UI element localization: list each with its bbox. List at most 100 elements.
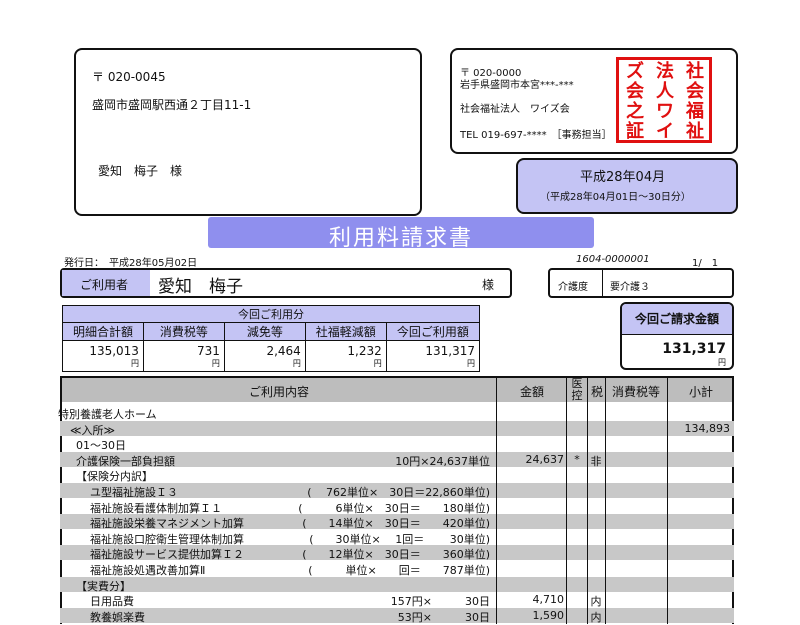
recipient-name: 愛知 梅子 様 xyxy=(98,164,183,178)
col-divider xyxy=(566,376,567,624)
row-text: 福祉施設栄養マネジメント加算 xyxy=(90,517,244,531)
table-row: 日用品費 157円× 30日 4,710 内 xyxy=(60,592,734,609)
summary-header: 今回ご利用額 xyxy=(385,322,481,341)
row-text: ≪入所≫ xyxy=(70,423,116,437)
issue-date: 発行日： 平成28年05月02日 xyxy=(64,258,198,269)
table-row: 福祉施設処遇改善加算Ⅱ ( 単位× 回＝ 787単位) xyxy=(60,561,734,577)
summary-value-cell: 131,317 円 xyxy=(385,340,481,372)
row-detail: 157円× 30日 xyxy=(390,595,490,609)
summary-header-row: 明細合計額 消費税等 減免等 社福軽減額 今回ご利用額 xyxy=(62,322,481,341)
table-row: 01～30日 xyxy=(60,436,734,453)
yen-unit: 円 xyxy=(130,359,139,368)
doc-number: 1604-0000001 xyxy=(576,254,650,265)
request-label: 今回ご請求金額 xyxy=(622,304,732,335)
row-detail: ( 762単位× 30日＝22,860単位) xyxy=(307,486,490,499)
row-amount: 24,637 xyxy=(525,452,565,466)
sender-org: 社会福祉法人 ワイズ会 xyxy=(460,104,570,115)
yen-unit: 円 xyxy=(467,359,475,368)
period-range: （平成28年04月01日～30日分） xyxy=(540,192,691,203)
row-text: 福祉施設口腔衛生管理体制加算 xyxy=(90,532,244,546)
care-label: 介護度 xyxy=(558,282,588,293)
table-row: 特別養護老人ホーム xyxy=(58,405,734,421)
row-detail: 10円×24,637単位 xyxy=(395,454,490,468)
row-detail: ( 12単位× 30日＝ 360単位) xyxy=(302,548,490,562)
yen-unit: 円 xyxy=(373,359,382,368)
care-divider xyxy=(602,270,603,296)
recipient-postal: 〒 020-0045 xyxy=(92,70,166,84)
summary-value: 1,232 xyxy=(347,344,382,358)
table-row: 福祉施設口腔衛生管理体制加算 ( 30単位× 1回＝ 30単位) xyxy=(60,530,734,546)
summary-value-cell: 2,464 円 xyxy=(223,340,306,372)
summary-value-cell: 135,013 円 xyxy=(62,340,144,372)
summary-header: 明細合計額 xyxy=(62,322,144,341)
header-ctax: 消費税等 xyxy=(611,385,660,399)
page-number: 1/ 1 xyxy=(692,258,719,269)
table-row: 介護保険一部負担額 10円×24,637単位 24,637 * 非 xyxy=(60,451,734,468)
row-detail: ( 30単位× 1回＝ 30単位) xyxy=(309,532,490,546)
request-unit: 円 xyxy=(718,358,726,367)
summary-value: 131,317 xyxy=(425,344,475,358)
row-detail: ( 単位× 回＝ 787単位) xyxy=(308,564,490,577)
row-detail: ( 6単位× 30日＝ 180単位) xyxy=(298,501,490,515)
header-amount: 金額 xyxy=(519,385,544,399)
row-subtotal: 134,893 xyxy=(684,421,731,435)
summary-header: 消費税等 xyxy=(142,322,225,341)
header-deduct: 医控 xyxy=(571,377,583,402)
summary-value-cell: 731 円 xyxy=(142,340,225,372)
row-text: 【実費分】 xyxy=(76,579,131,593)
summary-value-cell: 1,232 円 xyxy=(304,340,387,372)
table-row: 福祉施設サービス提供加算Ｉ２ ( 12単位× 30日＝ 360単位) xyxy=(60,545,734,562)
row-text: 介護保険一部負担額 xyxy=(76,454,175,468)
sender-tel: TEL 019-697-**** ［事務担当］ xyxy=(460,130,612,141)
row-text: 【保険分内訳】 xyxy=(76,470,153,484)
row-text: 福祉施設処遇改善加算Ⅱ xyxy=(90,564,206,577)
row-tax: 非 xyxy=(590,454,602,468)
row-amount: 1,590 xyxy=(532,608,565,622)
user-label: ご利用者 xyxy=(80,278,129,292)
row-text: 特別養護老人ホーム xyxy=(58,408,157,421)
summary-table: 今回ご利用分 明細合計額 消費税等 減免等 社福軽減額 今回ご利用額 135,0… xyxy=(62,305,481,372)
table-row: 福祉施設看護体制加算Ｉ１ ( 6単位× 30日＝ 180単位) xyxy=(60,499,734,515)
row-text: 日用品費 xyxy=(90,595,134,609)
company-seal-stamp: 社会福祉 法人ワイ ズ会之証 xyxy=(616,57,712,143)
table-row: 教養娯楽費 53円× 30日 1,590 内 xyxy=(60,607,734,624)
header-subtotal: 小計 xyxy=(688,385,713,399)
row-text: 教養娯楽費 xyxy=(90,610,145,624)
row-text: ユ型福祉施設Ｉ３ xyxy=(90,486,178,499)
sender-address: 岩手県盛岡市本宮***-*** xyxy=(460,80,574,91)
row-text: 福祉施設サービス提供加算Ｉ２ xyxy=(90,548,244,562)
user-name: 愛知 梅子 xyxy=(158,277,243,297)
period-month: 平成28年04月 xyxy=(580,170,666,185)
row-tax: 内 xyxy=(590,595,602,609)
summary-value: 731 xyxy=(196,344,220,358)
summary-heading: 今回ご利用分 xyxy=(62,305,480,323)
table-row: 【実費分】 xyxy=(60,576,734,593)
request-box: 今回ご請求金額 131,317 円 xyxy=(620,302,734,370)
col-divider xyxy=(496,376,497,624)
summary-header: 社福軽減額 xyxy=(304,322,387,341)
user-suffix: 様 xyxy=(482,278,495,292)
summary-header: 減免等 xyxy=(223,322,306,341)
yen-unit: 円 xyxy=(292,359,301,368)
row-amount: 4,710 xyxy=(532,593,565,607)
table-row: 【保険分内訳】 xyxy=(60,467,734,484)
header-content: ご利用内容 xyxy=(248,385,309,399)
table-row: ≪入所≫ 134,893 xyxy=(60,420,734,437)
row-text: 福祉施設看護体制加算Ｉ１ xyxy=(90,501,222,515)
table-row: 福祉施設栄養マネジメント加算 ( 14単位× 30日＝ 420単位) xyxy=(60,514,734,531)
page-title: 利用料請求書 xyxy=(328,226,473,251)
header-tax: 税 xyxy=(590,385,603,399)
row-tax: 内 xyxy=(590,610,602,624)
col-divider xyxy=(605,376,606,624)
summary-value-row: 135,013 円 731 円 2,464 円 1,232 円 131,317 円 xyxy=(62,340,481,372)
row-text: 01～30日 xyxy=(76,439,126,453)
row-detail: 53円× 30日 xyxy=(397,610,490,624)
care-value: 要介護３ xyxy=(610,282,650,293)
row-detail: ( 14単位× 30日＝ 420単位) xyxy=(302,517,490,531)
row-deduct: * xyxy=(574,452,580,466)
summary-value: 2,464 xyxy=(266,344,301,358)
summary-value: 135,013 xyxy=(89,344,139,358)
request-amount: 131,317 xyxy=(662,341,726,357)
table-row: ユ型福祉施設Ｉ３ ( 762単位× 30日＝22,860単位) xyxy=(60,483,734,499)
yen-unit: 円 xyxy=(211,359,220,368)
